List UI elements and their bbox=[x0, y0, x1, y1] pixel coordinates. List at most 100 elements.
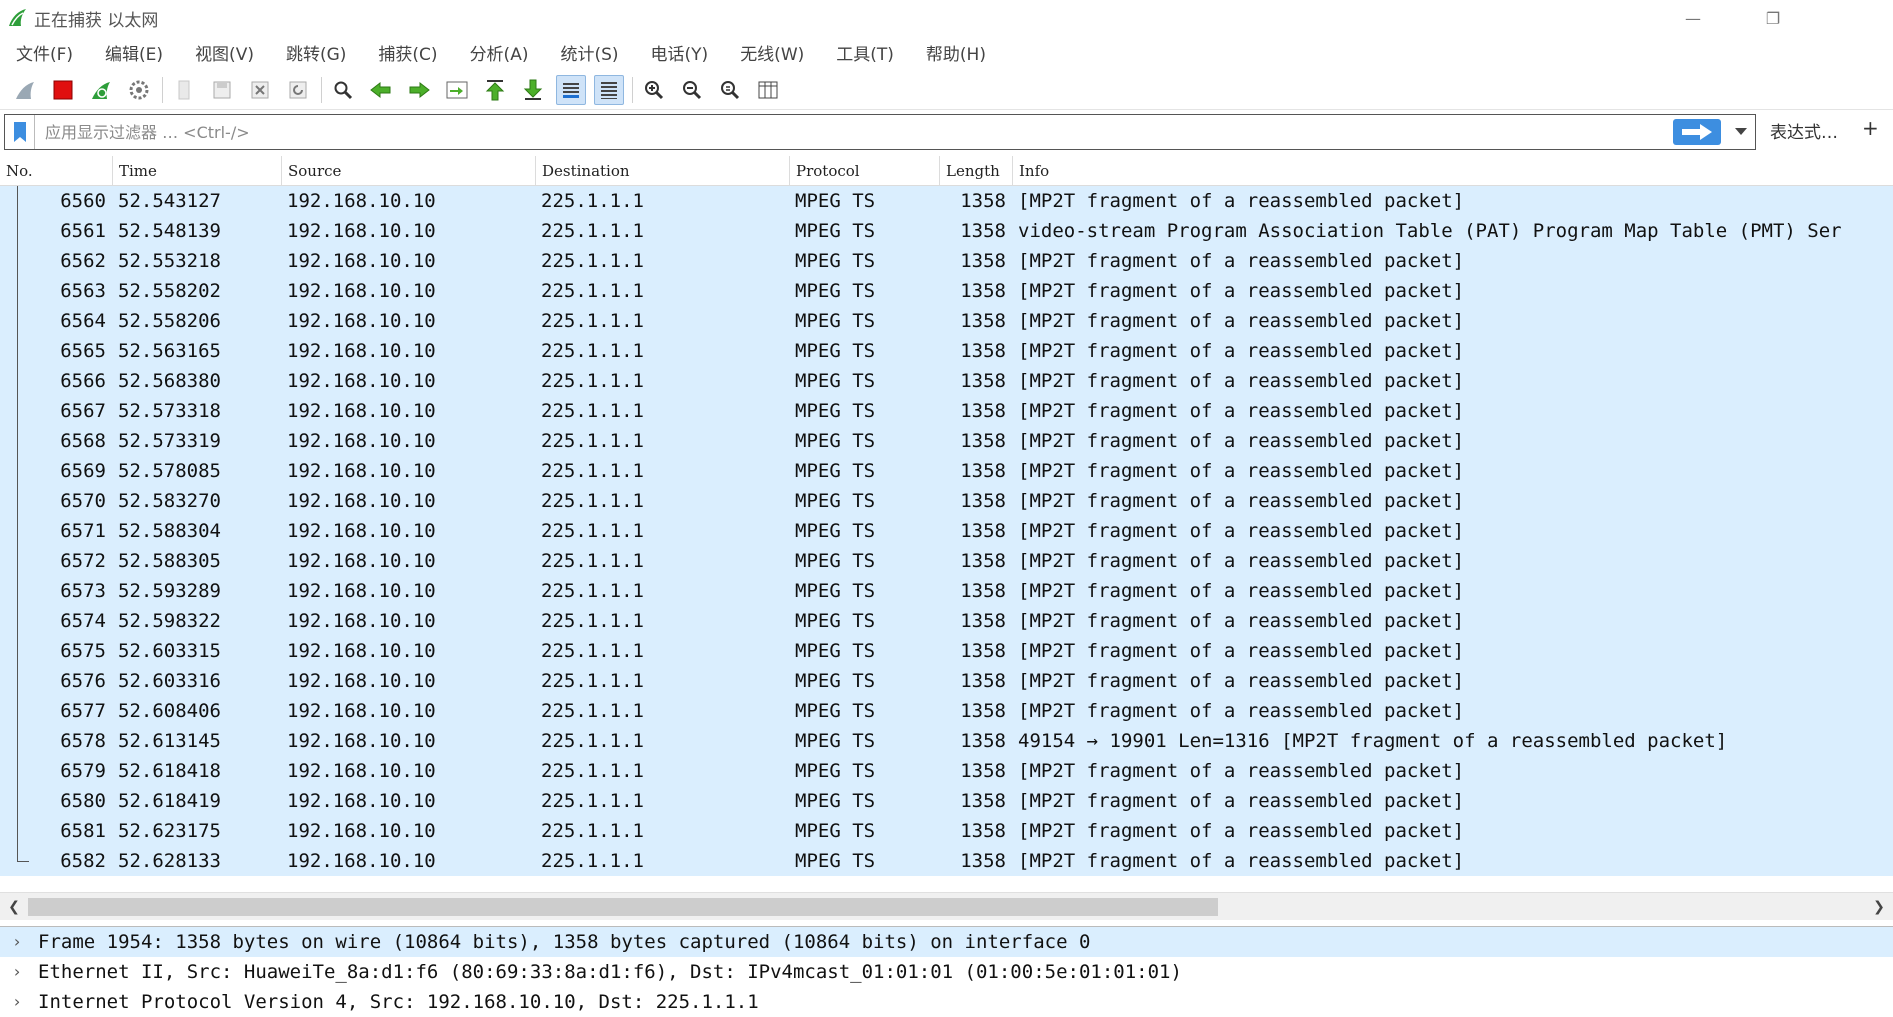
menu-wireless[interactable]: 无线(W) bbox=[740, 40, 804, 65]
capture-options-button[interactable] bbox=[124, 75, 154, 105]
table-row[interactable]: 6568 52.573319 192.168.10.10 225.1.1.1 MPEG … bbox=[0, 426, 1893, 456]
menu-capture[interactable]: 捕获(C) bbox=[378, 40, 437, 65]
scroll-right-button[interactable]: ❯ bbox=[1869, 897, 1889, 917]
expand-chevron-icon[interactable]: › bbox=[10, 927, 24, 957]
hscroll-thumb[interactable] bbox=[28, 898, 1218, 916]
cell-protocol: MPEG TS bbox=[795, 580, 876, 602]
column-header-protocol[interactable]: Protocol bbox=[790, 156, 940, 186]
detail-tree-label: Ethernet II, Src: HuaweiTe_8a:d1:f6 (80:… bbox=[38, 961, 1182, 983]
table-row[interactable]: 6561 52.548139 192.168.10.10 225.1.1.1 MPEG … bbox=[0, 216, 1893, 246]
menu-edit[interactable]: 编辑(E) bbox=[105, 40, 163, 65]
open-file-icon bbox=[178, 80, 190, 99]
menu-tools[interactable]: 工具(T) bbox=[836, 40, 894, 65]
table-row[interactable]: 6570 52.583270 192.168.10.10 225.1.1.1 MPEG … bbox=[0, 486, 1893, 516]
table-row[interactable]: 6582 52.628133 192.168.10.10 225.1.1.1 MPEG … bbox=[0, 846, 1893, 876]
cell-source: 192.168.10.10 bbox=[287, 760, 436, 782]
close-button[interactable] bbox=[1813, 0, 1893, 36]
table-row[interactable]: 6564 52.558206 192.168.10.10 225.1.1.1 MPEG … bbox=[0, 306, 1893, 336]
table-row[interactable]: 6581 52.623175 192.168.10.10 225.1.1.1 MPEG … bbox=[0, 816, 1893, 846]
go-last-button[interactable] bbox=[518, 75, 548, 105]
menu-telephony[interactable]: 电话(Y) bbox=[651, 40, 709, 65]
add-filter-button[interactable]: + bbox=[1862, 116, 1879, 140]
window-title: 正在捕获 以太网 bbox=[34, 10, 159, 31]
colorize-button[interactable] bbox=[594, 74, 624, 105]
autoscroll-button[interactable] bbox=[556, 74, 586, 105]
column-header-length[interactable]: Length bbox=[940, 156, 1013, 186]
display-filter-input[interactable] bbox=[35, 116, 1673, 148]
go-back-button[interactable] bbox=[366, 75, 396, 105]
start-capture-button[interactable] bbox=[10, 75, 40, 105]
save-file-button[interactable] bbox=[207, 75, 237, 105]
zoom-in-button[interactable] bbox=[639, 75, 669, 105]
cell-length: 1358 bbox=[960, 280, 1006, 302]
restore-button[interactable]: ❐ bbox=[1733, 0, 1813, 36]
detail-tree-item[interactable]: › Frame 1954: 1358 bytes on wire (10864 b… bbox=[0, 927, 1893, 957]
column-header-destination[interactable]: Destination bbox=[536, 156, 790, 186]
cell-destination: 225.1.1.1 bbox=[541, 850, 644, 872]
table-row[interactable]: 6580 52.618419 192.168.10.10 225.1.1.1 MPEG … bbox=[0, 786, 1893, 816]
resize-columns-button[interactable] bbox=[753, 75, 783, 105]
cell-destination: 225.1.1.1 bbox=[541, 280, 644, 302]
table-row[interactable]: 6562 52.553218 192.168.10.10 225.1.1.1 MPEG … bbox=[0, 246, 1893, 276]
table-row[interactable]: 6574 52.598322 192.168.10.10 225.1.1.1 MPEG … bbox=[0, 606, 1893, 636]
restart-capture-button[interactable] bbox=[86, 75, 116, 105]
apply-filter-button[interactable] bbox=[1673, 119, 1721, 145]
table-row[interactable]: 6573 52.593289 192.168.10.10 225.1.1.1 MPEG … bbox=[0, 576, 1893, 606]
cell-time: 52.583270 bbox=[118, 490, 221, 512]
table-row[interactable]: 6571 52.588304 192.168.10.10 225.1.1.1 MPEG … bbox=[0, 516, 1893, 546]
find-packet-button[interactable] bbox=[328, 75, 358, 105]
close-file-button[interactable] bbox=[245, 75, 275, 105]
table-row[interactable]: 6560 52.543127 192.168.10.10 225.1.1.1 MPEG … bbox=[0, 186, 1893, 216]
table-row[interactable]: 6565 52.563165 192.168.10.10 225.1.1.1 MPEG … bbox=[0, 336, 1893, 366]
cell-time: 52.618418 bbox=[118, 760, 221, 782]
packet-list-hscrollbar[interactable]: ❮ ❯ bbox=[0, 892, 1893, 920]
go-first-button[interactable] bbox=[480, 75, 510, 105]
menu-statistics[interactable]: 统计(S) bbox=[560, 40, 618, 65]
table-row[interactable]: 6572 52.588305 192.168.10.10 225.1.1.1 MPEG … bbox=[0, 546, 1893, 576]
menu-view[interactable]: 视图(V) bbox=[195, 40, 254, 65]
go-forward-button[interactable] bbox=[404, 75, 434, 105]
zoom-normal-button[interactable] bbox=[715, 75, 745, 105]
column-header-info[interactable]: Info bbox=[1013, 156, 1893, 186]
filter-history-dropdown[interactable] bbox=[1727, 115, 1755, 149]
minimize-button[interactable]: — bbox=[1653, 0, 1733, 36]
table-row[interactable]: 6576 52.603316 192.168.10.10 225.1.1.1 MPEG … bbox=[0, 666, 1893, 696]
table-row[interactable]: 6579 52.618418 192.168.10.10 225.1.1.1 MPEG … bbox=[0, 756, 1893, 786]
menu-help[interactable]: 帮助(H) bbox=[926, 40, 986, 65]
cell-source: 192.168.10.10 bbox=[287, 670, 436, 692]
expand-chevron-icon[interactable]: › bbox=[10, 957, 24, 987]
reload-file-button[interactable] bbox=[283, 75, 313, 105]
column-header-no[interactable]: No. bbox=[0, 156, 113, 186]
column-header-source[interactable]: Source bbox=[282, 156, 536, 186]
table-row[interactable]: 6567 52.573318 192.168.10.10 225.1.1.1 MPEG … bbox=[0, 396, 1893, 426]
table-row[interactable]: 6569 52.578085 192.168.10.10 225.1.1.1 MPEG … bbox=[0, 456, 1893, 486]
table-row[interactable]: 6566 52.568380 192.168.10.10 225.1.1.1 MPEG … bbox=[0, 366, 1893, 396]
cell-time: 52.588304 bbox=[118, 520, 221, 542]
table-row[interactable]: 6578 52.613145 192.168.10.10 225.1.1.1 MPEG … bbox=[0, 726, 1893, 756]
stop-capture-button[interactable] bbox=[48, 75, 78, 105]
table-row[interactable]: 6577 52.608406 192.168.10.10 225.1.1.1 MPEG … bbox=[0, 696, 1893, 726]
cell-info: [MP2T fragment of a reassembled packet] bbox=[1018, 670, 1465, 692]
cell-protocol: MPEG TS bbox=[795, 370, 876, 392]
cell-protocol: MPEG TS bbox=[795, 640, 876, 662]
scroll-left-button[interactable]: ❮ bbox=[4, 897, 24, 917]
go-to-packet-button[interactable] bbox=[442, 75, 472, 105]
menu-go[interactable]: 跳转(G) bbox=[286, 40, 346, 65]
cell-source: 192.168.10.10 bbox=[287, 520, 436, 542]
column-header-time[interactable]: Time bbox=[113, 156, 282, 186]
zoom-out-button[interactable] bbox=[677, 75, 707, 105]
expression-button[interactable]: 表达式… bbox=[1770, 118, 1838, 143]
open-file-button[interactable] bbox=[169, 75, 199, 105]
detail-tree-item[interactable]: › Ethernet II, Src: HuaweiTe_8a:d1:f6 (80… bbox=[0, 957, 1893, 987]
menu-file[interactable]: 文件(F) bbox=[16, 40, 73, 65]
resize-columns-icon bbox=[758, 81, 778, 98]
cell-time: 52.568380 bbox=[118, 370, 221, 392]
filter-bookmark-button[interactable] bbox=[5, 115, 35, 149]
menu-analyze[interactable]: 分析(A) bbox=[470, 40, 529, 65]
detail-tree-item[interactable]: › Internet Protocol Version 4, Src: 192.1… bbox=[0, 987, 1893, 1017]
table-row[interactable]: 6575 52.603315 192.168.10.10 225.1.1.1 MPEG … bbox=[0, 636, 1893, 666]
expand-chevron-icon[interactable]: › bbox=[10, 987, 24, 1017]
table-row[interactable]: 6563 52.558202 192.168.10.10 225.1.1.1 MPEG … bbox=[0, 276, 1893, 306]
bookmark-icon bbox=[13, 122, 26, 142]
cell-length: 1358 bbox=[960, 610, 1006, 632]
